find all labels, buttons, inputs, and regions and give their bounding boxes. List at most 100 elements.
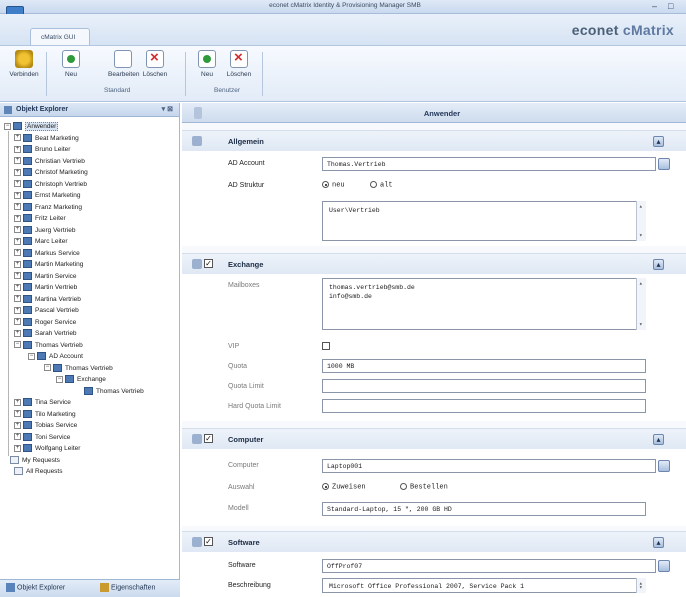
- tree-item-user[interactable]: + Roger Service: [14, 317, 76, 328]
- computer-enable-checkbox[interactable]: ✓: [204, 434, 213, 443]
- radio-neu[interactable]: neu: [322, 181, 345, 189]
- expand-node-icon[interactable]: +: [14, 168, 21, 176]
- collapse-allgemein-button[interactable]: ▴: [653, 136, 664, 147]
- new-user-button[interactable]: Neu: [194, 50, 220, 78]
- expand-node-icon[interactable]: +: [14, 398, 21, 406]
- expand-node-icon[interactable]: +: [14, 444, 21, 452]
- pin-close-icon[interactable]: ▾ ⊠: [162, 105, 173, 113]
- expand-node-icon[interactable]: +: [14, 191, 21, 199]
- ad-account-field[interactable]: Thomas.Vertrieb: [322, 157, 656, 171]
- tab-eigenschaften[interactable]: Eigenschaften: [100, 583, 155, 592]
- mailboxes-textarea[interactable]: thomas.vertrieb@smb.de info@smb.de: [322, 278, 646, 330]
- tree-item-user[interactable]: + Sarah Vertrieb: [14, 328, 77, 339]
- expand-node-icon[interactable]: +: [14, 214, 21, 222]
- tree-item-user[interactable]: + Franz Marketing: [14, 202, 82, 213]
- expand-node-icon[interactable]: +: [14, 180, 21, 188]
- quota-limit-field[interactable]: [322, 379, 646, 393]
- radio-bestellen[interactable]: Bestellen: [400, 483, 448, 491]
- tree-item-user[interactable]: + Ernst Marketing: [14, 190, 81, 201]
- collapse-node-icon[interactable]: −: [4, 122, 11, 130]
- new-standard-button[interactable]: Neu: [58, 50, 84, 78]
- ad-account-picker-button[interactable]: [658, 158, 670, 170]
- object-tree[interactable]: − Anwender + Beat Marketing + Bruno Leiter + Ch…: [0, 119, 180, 563]
- tree-item-user[interactable]: + Juerg Vertrieb: [14, 225, 75, 236]
- collapse-node-icon[interactable]: −: [28, 352, 35, 360]
- collapse-node-icon[interactable]: −: [44, 364, 51, 372]
- expand-node-icon[interactable]: +: [14, 272, 21, 280]
- tree-item-user[interactable]: + Wolfgang Leiter: [14, 443, 80, 454]
- tree-item-user[interactable]: + Tina Service: [14, 397, 71, 408]
- hard-quota-limit-field[interactable]: [322, 399, 646, 413]
- tree-item-user[interactable]: + Bruno Leiter: [14, 144, 70, 155]
- expand-node-icon[interactable]: +: [14, 203, 21, 211]
- expand-node-icon[interactable]: +: [14, 226, 21, 234]
- expand-node-icon[interactable]: +: [14, 410, 21, 418]
- computer-picker-button[interactable]: [658, 460, 670, 472]
- tree-item-my-requests[interactable]: My Requests: [10, 455, 60, 466]
- software-field[interactable]: OffProf07: [322, 559, 656, 573]
- collapse-computer-button[interactable]: ▴: [653, 434, 664, 445]
- expand-node-icon[interactable]: +: [14, 260, 21, 268]
- collapse-software-button[interactable]: ▴: [653, 537, 664, 548]
- tree-item-user[interactable]: + Christian Vertrieb: [14, 156, 85, 167]
- expand-node-icon[interactable]: +: [14, 295, 21, 303]
- quota-field[interactable]: 1000 MB: [322, 359, 646, 373]
- edit-button[interactable]: Bearbeiten: [108, 50, 139, 78]
- tree-item-user[interactable]: + Markus Service: [14, 248, 80, 259]
- collapse-node-icon[interactable]: −: [14, 341, 21, 349]
- expand-node-icon[interactable]: +: [14, 329, 21, 337]
- beschreibung-field[interactable]: Microsoft Office Professional 2007, Serv…: [322, 578, 646, 593]
- exchange-enable-checkbox[interactable]: ✓: [204, 259, 213, 268]
- expand-node-icon[interactable]: +: [14, 306, 21, 314]
- tree-root-anwender[interactable]: − Anwender: [4, 121, 59, 132]
- tree-item-user[interactable]: + Marc Leiter: [14, 236, 68, 247]
- software-picker-button[interactable]: [658, 560, 670, 572]
- collapse-node-icon[interactable]: −: [56, 375, 63, 383]
- tree-item-user[interactable]: + Martina Vertrieb: [14, 294, 81, 305]
- delete-user-button[interactable]: Löschen: [226, 49, 252, 78]
- expand-node-icon[interactable]: +: [14, 134, 21, 142]
- tab-objekt-explorer[interactable]: Objekt Explorer: [6, 583, 65, 592]
- tree-item-user[interactable]: + Fritz Leiter: [14, 213, 66, 224]
- textarea-scrollbar[interactable]: [636, 278, 646, 330]
- expand-node-icon[interactable]: +: [14, 249, 21, 257]
- connect-button[interactable]: Verbinden: [6, 50, 42, 78]
- tree-item-user[interactable]: + Tilo Marketing: [14, 409, 76, 420]
- software-enable-checkbox[interactable]: ✓: [204, 537, 213, 546]
- tree-item-user[interactable]: + Martin Service: [14, 271, 77, 282]
- vip-checkbox[interactable]: [322, 342, 330, 350]
- modell-field[interactable]: Standard-Laptop, 15 ", 200 GB HD: [322, 502, 646, 516]
- expand-node-icon[interactable]: +: [14, 145, 21, 153]
- tree-item-user[interactable]: + Christoph Vertrieb: [14, 179, 87, 190]
- expand-node-icon[interactable]: +: [14, 421, 21, 429]
- expand-node-icon[interactable]: +: [14, 237, 21, 245]
- tree-item-exchange[interactable]: − Exchange: [56, 374, 106, 385]
- radio-zuweisen[interactable]: Zuweisen: [322, 483, 366, 491]
- tree-item-ad-user[interactable]: − Thomas Vertrieb: [44, 363, 113, 374]
- expand-node-icon[interactable]: +: [14, 283, 21, 291]
- tree-item-all-requests[interactable]: All Requests: [14, 466, 63, 477]
- tree-item-user[interactable]: + Pascal Vertrieb: [14, 305, 79, 316]
- radio-alt[interactable]: alt: [370, 181, 393, 189]
- collapse-exchange-button[interactable]: ▴: [653, 259, 664, 270]
- delete-standard-button[interactable]: Löschen: [142, 49, 168, 78]
- tree-item-user[interactable]: + Christof Marketing: [14, 167, 88, 178]
- ad-path-textarea[interactable]: User\Vertrieb: [322, 201, 646, 241]
- tree-item-user[interactable]: + Tobias Service: [14, 420, 77, 431]
- tree-item-user[interactable]: + Beat Marketing: [14, 133, 79, 144]
- tree-item-exchange-user[interactable]: Thomas Vertrieb: [84, 386, 144, 397]
- computer-field[interactable]: Laptop001: [322, 459, 656, 473]
- tree-item-user[interactable]: − Thomas Vertrieb: [14, 340, 83, 351]
- tab-cmatrix-gui[interactable]: cMatrix GUI: [30, 28, 90, 45]
- tree-item-user[interactable]: + Toni Service: [14, 432, 70, 443]
- tree-item-ad-account[interactable]: − AD Account: [28, 351, 83, 362]
- textarea-scrollbar[interactable]: [636, 201, 646, 241]
- tree-item-user[interactable]: + Martin Vertrieb: [14, 282, 77, 293]
- textarea-scrollbar[interactable]: [636, 578, 646, 593]
- maximize-button[interactable]: □: [668, 1, 673, 12]
- tree-item-user[interactable]: + Martin Marketing: [14, 259, 83, 270]
- expand-node-icon[interactable]: +: [14, 157, 21, 165]
- minimize-button[interactable]: –: [652, 1, 657, 12]
- expand-node-icon[interactable]: +: [14, 433, 21, 441]
- expand-node-icon[interactable]: +: [14, 318, 21, 326]
